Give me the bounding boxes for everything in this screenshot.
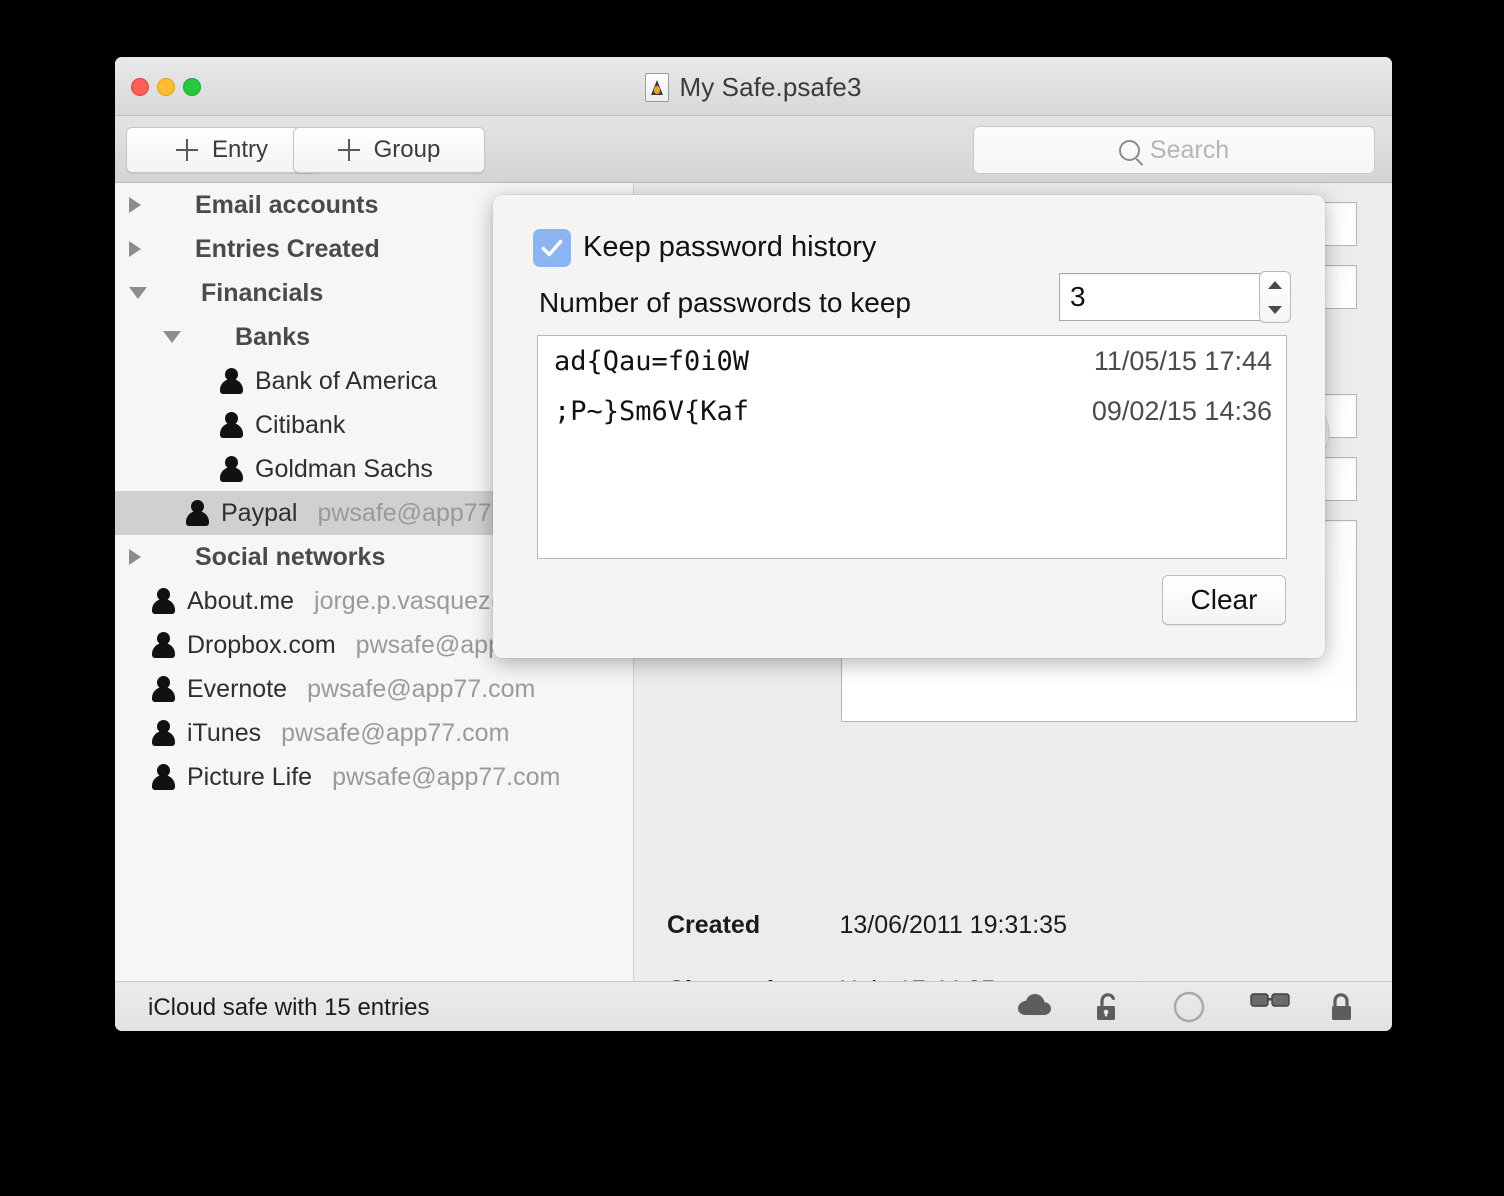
compass-icon[interactable] [1172,990,1208,1024]
glasses-icon[interactable] [1250,990,1290,1024]
history-datetime: 11/05/15 17:44 [1093,345,1272,376]
sidebar-row-label: Financials [201,278,324,307]
user-icon [151,632,177,658]
status-bar: iCloud safe with 15 entries [115,981,1392,1031]
group-icon [151,192,185,218]
search-placeholder: Search [1149,135,1230,164]
chevron-right-icon[interactable] [129,197,141,213]
group-icon [157,280,191,306]
stepper-down-icon[interactable] [1268,305,1282,314]
sidebar-entry-row[interactable]: iTunes pwsafe@app77.com [115,711,633,755]
add-entry-label: Entry [211,136,268,163]
chevron-down-icon[interactable] [163,331,181,343]
keep-password-history-label: Keep password history [583,231,877,263]
user-icon [151,588,177,614]
password-history-row[interactable]: ad{Qau=f0i0W 11/05/15 17:44 [538,336,1286,386]
created-row: Created 13/06/2011 19:31:35 [667,911,1067,940]
number-of-passwords-input[interactable]: 3 [1059,273,1263,321]
main-toolbar: Entry Group Search [115,116,1392,183]
screen: My Safe.psafe3 Entry Group Search Email … [0,0,1504,1196]
sidebar-row-label: Citibank [255,410,346,439]
search-icon [1118,139,1140,161]
user-icon [219,456,245,482]
status-icon-group [1016,990,1364,1024]
window-titlebar: My Safe.psafe3 [115,57,1392,116]
sidebar-row-subtitle: pwsafe@app77.com [332,762,561,791]
user-icon [151,720,177,746]
password-history-row[interactable]: ;P~}Sm6V{Kaf 09/02/15 14:36 [538,386,1286,436]
created-label: Created [667,911,761,939]
chevron-right-icon[interactable] [129,549,141,565]
history-datetime: 09/02/15 14:36 [1091,395,1272,426]
unlock-icon[interactable] [1094,990,1130,1024]
user-icon [151,676,177,702]
password-history-popover: Keep password history Number of password… [493,195,1325,658]
clear-button[interactable]: Clear [1162,575,1286,625]
sidebar-row-label: Bank of America [255,366,438,395]
group-icon [151,236,185,262]
sidebar-row-label: Banks [235,322,311,351]
add-group-button[interactable]: Group [293,127,485,173]
sidebar-row-label: Entries Created [195,234,380,263]
created-value: 13/06/2011 19:31:35 [839,911,1067,939]
stepper-up-icon[interactable] [1268,280,1282,289]
status-text: iCloud safe with 15 entries [148,994,430,1021]
psafe-document-icon [645,73,670,102]
sidebar-row-label: Picture Life [187,762,313,791]
group-icon [191,324,225,350]
sidebar-row-subtitle: pwsafe@app77.com [281,718,510,747]
plus-icon [337,139,360,161]
check-icon [541,239,563,257]
plus-icon [175,139,198,161]
sidebar-row-label: Dropbox.com [187,630,336,659]
user-icon [219,368,245,394]
sidebar-entry-row[interactable]: Evernote pwsafe@app77.com [115,667,633,711]
user-icon [185,500,211,526]
sidebar-row-label: iTunes [187,718,262,747]
lock-icon[interactable] [1328,990,1364,1024]
sidebar-row-label: Paypal [221,498,298,527]
keep-password-history-checkbox[interactable] [533,229,571,267]
add-group-label: Group [373,136,441,163]
sidebar-row-label: Social networks [195,542,386,571]
user-icon [219,412,245,438]
add-entry-button[interactable]: Entry [126,127,318,173]
sidebar-row-subtitle: pwsafe@app77.com [307,674,536,703]
history-password: ad{Qau=f0i0W [554,345,750,377]
page-title: My Safe.psafe3 [679,72,862,102]
search-input[interactable]: Search [973,126,1375,174]
chevron-down-icon[interactable] [129,287,147,299]
number-stepper[interactable] [1259,271,1291,323]
app-window: My Safe.psafe3 Entry Group Search Email … [115,57,1392,1031]
chevron-right-icon[interactable] [129,241,141,257]
user-icon [151,764,177,790]
password-history-list[interactable]: ad{Qau=f0i0W 11/05/15 17:44 ;P~}Sm6V{Kaf 09… [537,335,1287,559]
history-password: ;P~}Sm6V{Kaf [554,395,750,427]
number-of-passwords-label: Number of passwords to keep [539,287,911,318]
cloud-icon[interactable] [1016,990,1052,1024]
sidebar-row-label: Email accounts [195,190,379,219]
sidebar-row-label: About.me [187,586,295,615]
sidebar-entry-row[interactable]: Picture Life pwsafe@app77.com [115,755,633,799]
sidebar-row-label: Evernote [187,674,288,703]
group-icon [151,544,185,570]
window-title-group: My Safe.psafe3 [115,72,1392,103]
sidebar-row-label: Goldman Sachs [255,454,433,483]
